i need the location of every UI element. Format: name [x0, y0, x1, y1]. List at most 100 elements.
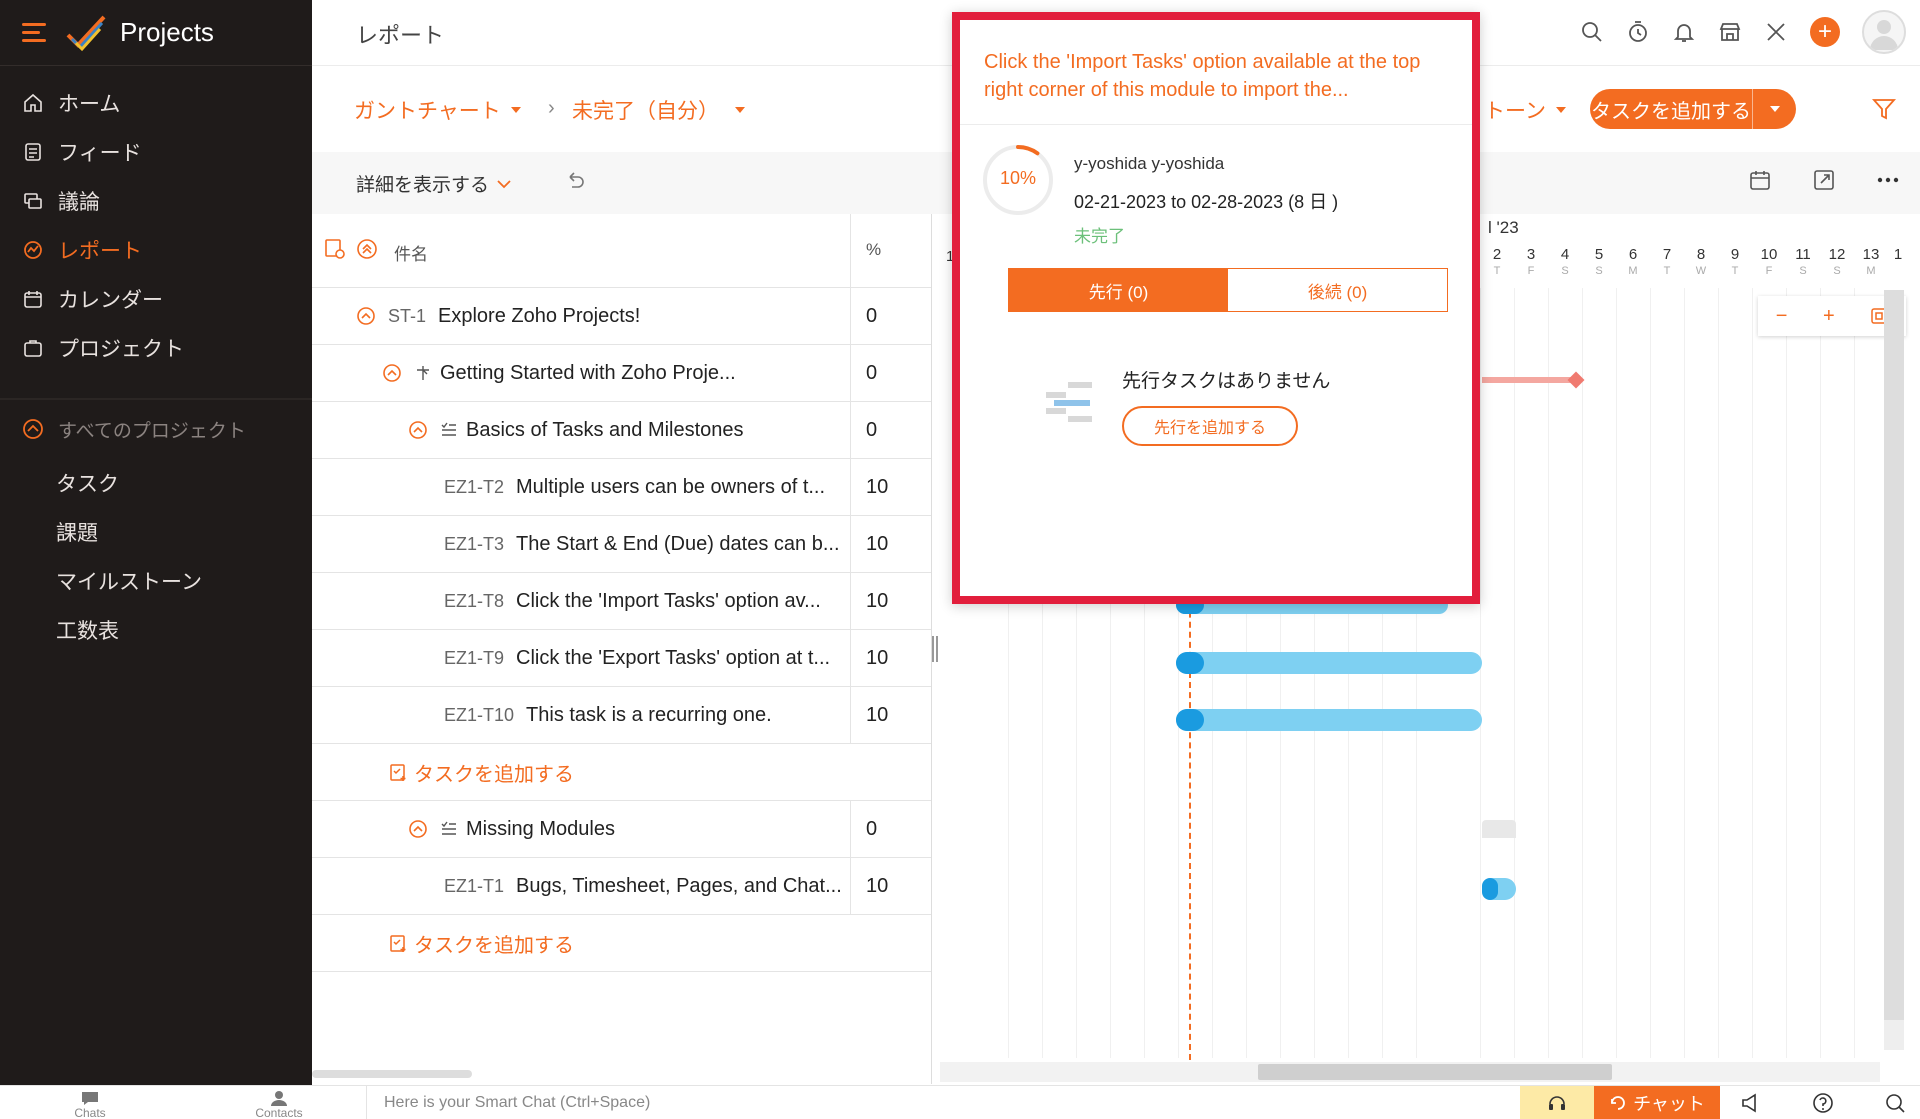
sidebar-item-report[interactable]: レポート	[0, 225, 312, 274]
add-task-link[interactable]: タスクを追加する	[414, 758, 574, 787]
sidebar-subitem-milestones[interactable]: マイルストーン	[0, 556, 312, 605]
search-icon[interactable]	[1580, 20, 1604, 44]
gantt-task-bar[interactable]	[1176, 652, 1482, 674]
add-task-dropdown-icon[interactable]	[1752, 89, 1796, 129]
page-title: レポート	[356, 23, 445, 48]
tab-successors[interactable]: 後続 (0)	[1228, 269, 1447, 311]
gantt-task-bar[interactable]	[1176, 709, 1482, 731]
resize-handle-icon[interactable]	[932, 636, 938, 662]
zoom-in-icon[interactable]: +	[1823, 305, 1835, 328]
task-name[interactable]: Bugs, Timesheet, Pages, and Chat...	[516, 875, 842, 898]
dependency-tabs: 先行 (0) 後続 (0)	[1008, 268, 1448, 312]
collapse-circle-icon[interactable]	[382, 363, 402, 383]
zoom-out-icon[interactable]: −	[1776, 305, 1788, 328]
sidebar-subitem-tasks[interactable]: タスク	[0, 458, 312, 507]
add-task-link[interactable]: タスクを追加する	[414, 929, 574, 958]
undo-icon[interactable]	[564, 170, 586, 192]
help-icon[interactable]	[1812, 1092, 1834, 1114]
expand-icon[interactable]	[1812, 168, 1836, 192]
search-icon[interactable]	[1884, 1092, 1906, 1114]
collapse-all-icon[interactable]	[356, 238, 378, 260]
column-settings-icon[interactable]	[324, 238, 346, 260]
task-percent: 0	[866, 419, 878, 441]
view-selector[interactable]: ガントチャート	[354, 95, 521, 125]
gantt-horizontal-scrollbar[interactable]	[940, 1062, 1880, 1082]
more-options-icon[interactable]	[1876, 168, 1900, 192]
table-row[interactable]: Getting Started with Zoho Proje... 0	[312, 345, 931, 402]
task-name[interactable]: Getting Started with Zoho Proje...	[440, 362, 736, 385]
home-icon	[22, 92, 44, 114]
hamburger-menu-icon[interactable]	[22, 22, 46, 43]
gantt-bar-handle[interactable]	[1176, 709, 1204, 731]
add-task-button[interactable]: タスクを追加する	[1590, 89, 1796, 129]
task-name[interactable]: This task is a recurring one.	[526, 704, 772, 727]
contacts-tab[interactable]: Contacts	[244, 1086, 314, 1119]
sidebar-item-home[interactable]: ホーム	[0, 78, 312, 127]
tab-predecessors[interactable]: 先行 (0)	[1009, 269, 1228, 311]
table-row[interactable]: EZ1-T9 Click the 'Export Tasks' option at…	[312, 630, 931, 687]
scrollbar-thumb[interactable]	[1258, 1064, 1612, 1080]
sidebar-item-discussion[interactable]: 議論	[0, 176, 312, 225]
task-name[interactable]: The Start & End (Due) dates can b...	[516, 533, 840, 556]
sidebar-item-calendar[interactable]: カレンダー	[0, 274, 312, 323]
gantt-vertical-scrollbar[interactable]	[1884, 290, 1904, 1050]
collapse-circle-icon[interactable]	[408, 420, 428, 440]
add-task-row[interactable]: タスクを追加する	[312, 744, 931, 801]
column-header-percent[interactable]: %	[866, 240, 881, 260]
sidebar-item-project[interactable]: プロジェクト	[0, 323, 312, 372]
contact-icon	[271, 1091, 287, 1106]
calendar-icon[interactable]	[1748, 168, 1772, 192]
quick-add-button[interactable]: +	[1810, 17, 1840, 47]
task-name[interactable]: Basics of Tasks and Milestones	[466, 419, 744, 442]
show-detail-toggle[interactable]: 詳細を表示する	[356, 170, 511, 197]
gantt-bar-handle[interactable]	[1176, 652, 1204, 674]
bell-icon[interactable]	[1672, 20, 1696, 44]
sidebar-item-feed[interactable]: フィード	[0, 127, 312, 176]
chat-button[interactable]: チャット	[1594, 1086, 1720, 1119]
announcement-icon[interactable]	[1740, 1092, 1762, 1114]
task-name[interactable]: Click the 'Export Tasks' option at t...	[516, 647, 830, 670]
empty-state-text: 先行タスクはありません	[1122, 371, 1331, 392]
table-row[interactable]: EZ1-T2 Multiple users can be owners of t.…	[312, 459, 931, 516]
collapse-circle-icon	[23, 419, 43, 439]
all-projects-toggle[interactable]: すべてのプロジェクト	[0, 400, 312, 458]
task-name[interactable]: Click the 'Import Tasks' option av...	[516, 590, 821, 613]
add-task-icon	[390, 764, 406, 781]
support-button[interactable]	[1520, 1086, 1594, 1119]
gantt-bar-handle[interactable]	[1482, 878, 1498, 900]
table-row[interactable]: Basics of Tasks and Milestones 0	[312, 402, 931, 459]
table-row[interactable]: EZ1-T1 Bugs, Timesheet, Pages, and Chat..…	[312, 858, 931, 915]
task-id: EZ1-T9	[444, 647, 505, 668]
column-header-name[interactable]: 件名	[394, 240, 428, 265]
table-row[interactable]: EZ1-T10 This task is a recurring one. 10	[312, 687, 931, 744]
table-row[interactable]: ST-1 Explore Zoho Projects! 0	[312, 288, 931, 345]
table-row[interactable]: EZ1-T3 The Start & End (Due) dates can b.…	[312, 516, 931, 573]
sidebar-subitem-timesheet[interactable]: 工数表	[0, 605, 312, 654]
task-name[interactable]: Explore Zoho Projects!	[438, 305, 640, 328]
collapse-circle-icon[interactable]	[356, 306, 376, 326]
table-row[interactable]: EZ1-T8 Click the 'Import Tasks' option av…	[312, 573, 931, 630]
milestone-selector[interactable]: トーン	[1484, 95, 1566, 125]
timer-icon[interactable]	[1626, 20, 1650, 44]
add-task-row[interactable]: タスクを追加する	[312, 915, 931, 972]
avatar[interactable]	[1862, 10, 1906, 54]
header-icons: +	[1580, 10, 1906, 54]
scrollbar-thumb[interactable]	[1884, 290, 1904, 1020]
chats-tab[interactable]: Chats	[60, 1086, 120, 1119]
task-name[interactable]: Missing Modules	[466, 818, 615, 841]
filter-selector[interactable]: 未完了（自分）	[572, 95, 745, 125]
task-status[interactable]: 未完了	[1074, 222, 1125, 247]
table-row[interactable]: Missing Modules 0	[312, 801, 931, 858]
task-id: EZ1-T10	[444, 704, 515, 725]
filter-icon[interactable]	[1872, 97, 1896, 121]
gantt-task-bar[interactable]	[1482, 878, 1516, 900]
sidebar-subitem-issues[interactable]: 課題	[0, 507, 312, 556]
add-predecessor-button[interactable]: 先行を追加する	[1122, 406, 1298, 446]
popup-task-title[interactable]: Click the 'Import Tasks' option availabl…	[984, 48, 1454, 104]
store-icon[interactable]	[1718, 20, 1742, 44]
collapse-circle-icon[interactable]	[408, 819, 428, 839]
table-horizontal-scrollbar[interactable]	[312, 1070, 472, 1078]
tools-icon[interactable]	[1764, 20, 1788, 44]
task-name[interactable]: Multiple users can be owners of t...	[516, 476, 825, 499]
smart-chat-input[interactable]: Here is your Smart Chat (Ctrl+Space)	[384, 1094, 650, 1112]
